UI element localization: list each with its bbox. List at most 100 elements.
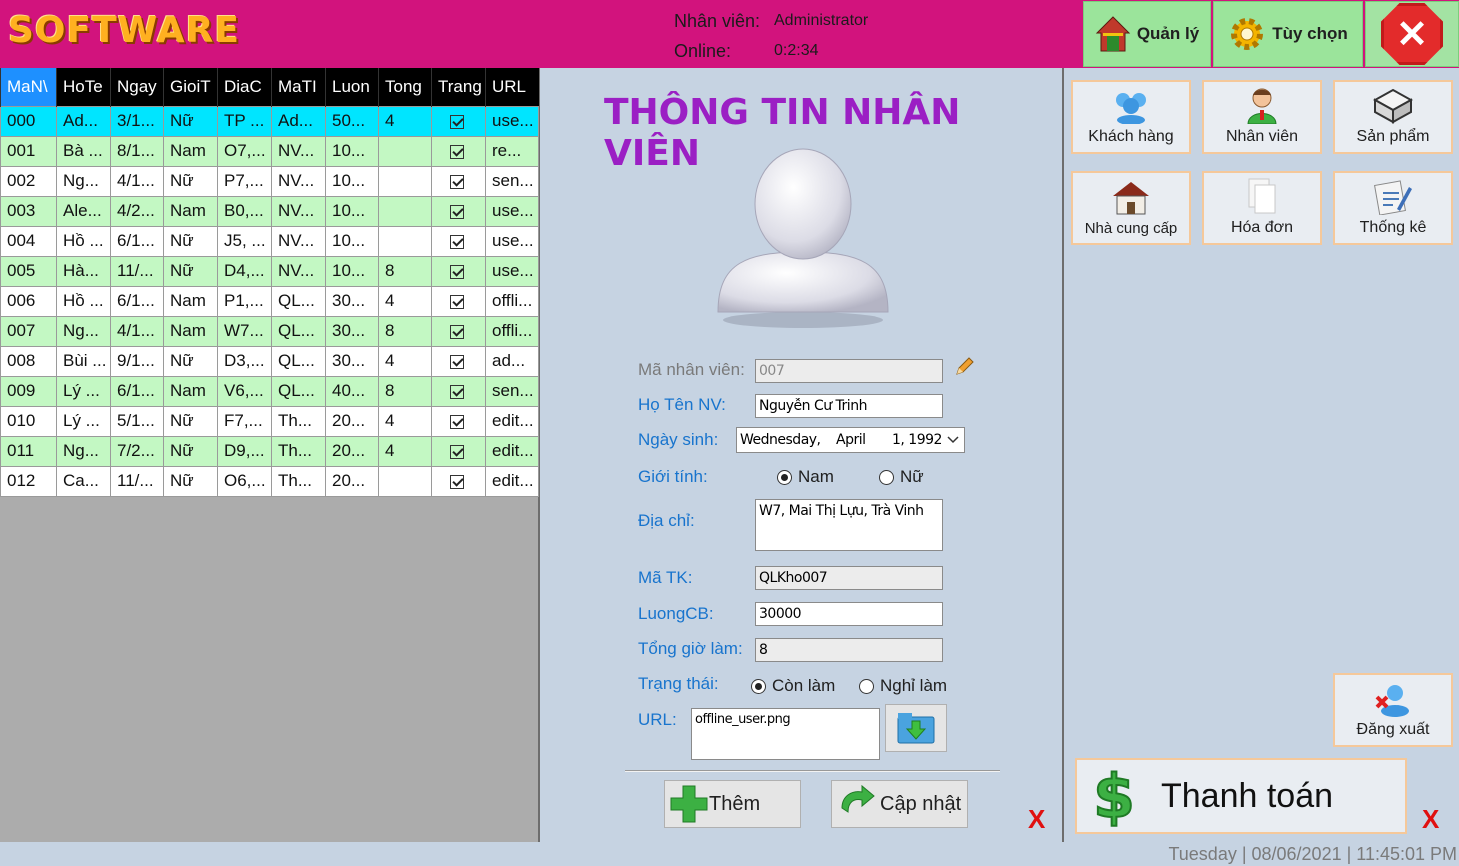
table-cell-url[interactable]: ad... — [485, 345, 539, 377]
column-header-manv[interactable]: MaN\ — [0, 68, 57, 106]
table-cell-hoten[interactable]: Ng... — [56, 165, 111, 197]
table-cell-trangthai[interactable] — [431, 195, 486, 227]
column-header-trangthai[interactable]: Trang — [431, 68, 486, 106]
table-cell-ngaysinh[interactable]: 7/2... — [110, 435, 164, 467]
table-cell-gioitinh[interactable]: Nữ — [163, 435, 218, 467]
menu-invoices[interactable]: Hóa đơn — [1202, 171, 1322, 245]
checkbox-checked-icon[interactable] — [450, 294, 464, 309]
table-cell-gioitinh[interactable]: Nữ — [163, 165, 218, 197]
table-cell-url[interactable]: edit... — [485, 435, 539, 467]
table-cell-manv[interactable]: 005 — [0, 255, 57, 287]
checkbox-checked-icon[interactable] — [450, 444, 464, 459]
table-cell-trangthai[interactable] — [431, 375, 486, 407]
table-cell-url[interactable]: re... — [485, 135, 539, 167]
table-cell-diachi[interactable]: P1,... — [217, 285, 272, 317]
birthdate-picker[interactable]: Wednesday, April 1, 1992 — [736, 427, 965, 453]
table-cell-manv[interactable]: 012 — [0, 465, 57, 497]
table-cell-hoten[interactable]: Hà... — [56, 255, 111, 287]
table-cell-url[interactable]: edit... — [485, 465, 539, 497]
table-cell-gioitinh[interactable]: Nam — [163, 135, 218, 167]
table-cell-manv[interactable]: 001 — [0, 135, 57, 167]
table-cell-diachi[interactable]: V6,... — [217, 375, 272, 407]
table-row[interactable]: 010 Lý ... 5/1... Nữ F7,... Th... 20... 4 edit..… — [0, 405, 539, 437]
table-cell-ngaysinh[interactable]: 6/1... — [110, 285, 164, 317]
checkbox-checked-icon[interactable] — [450, 354, 464, 369]
table-cell-diachi[interactable]: O6,... — [217, 465, 272, 497]
table-cell-diachi[interactable]: F7,... — [217, 405, 272, 437]
table-cell-tonggio[interactable]: 8 — [378, 375, 432, 407]
table-cell-luongcb[interactable]: 10... — [325, 255, 379, 287]
table-cell-diachi[interactable]: TP ... — [217, 105, 272, 137]
gender-female-radio[interactable]: Nữ — [879, 467, 924, 487]
table-cell-gioitinh[interactable]: Nữ — [163, 255, 218, 287]
url-field[interactable]: offline_user.png — [691, 708, 880, 760]
table-cell-manv[interactable]: 006 — [0, 285, 57, 317]
table-cell-matk[interactable]: NV... — [271, 135, 326, 167]
table-row[interactable]: 005 Hà... 11/... Nữ D4,... NV... 10... 8 use... — [0, 255, 539, 287]
table-row[interactable]: 009 Lý ... 6/1... Nam V6,... QL... 40... 8 sen..… — [0, 375, 539, 407]
table-cell-luongcb[interactable]: 30... — [325, 285, 379, 317]
table-row[interactable]: 012 Ca... 11/... Nữ O6,... Th... 20... edit... — [0, 465, 539, 497]
column-header-url[interactable]: URL — [485, 68, 539, 106]
checkbox-checked-icon[interactable] — [450, 144, 464, 159]
table-cell-tonggio[interactable] — [378, 465, 432, 497]
table-row[interactable]: 007 Ng... 4/1... Nam W7... QL... 30... 8 offli..… — [0, 315, 539, 347]
table-row[interactable]: 003 Ale... 4/2... Nam B0,... NV... 10... use... — [0, 195, 539, 227]
table-cell-hoten[interactable]: Ca... — [56, 465, 111, 497]
table-cell-url[interactable]: use... — [485, 105, 539, 137]
table-cell-diachi[interactable]: D4,... — [217, 255, 272, 287]
table-cell-url[interactable]: edit... — [485, 405, 539, 437]
table-cell-ngaysinh[interactable]: 4/1... — [110, 315, 164, 347]
table-cell-luongcb[interactable]: 10... — [325, 195, 379, 227]
table-cell-matk[interactable]: NV... — [271, 225, 326, 257]
table-row[interactable]: 002 Ng... 4/1... Nữ P7,... NV... 10... sen... — [0, 165, 539, 197]
table-cell-gioitinh[interactable]: Nữ — [163, 225, 218, 257]
table-cell-luongcb[interactable]: 40... — [325, 375, 379, 407]
menu-suppliers[interactable]: Nhà cung cấp — [1071, 171, 1191, 245]
table-cell-diachi[interactable]: J5, ... — [217, 225, 272, 257]
table-cell-manv[interactable]: 010 — [0, 405, 57, 437]
table-cell-diachi[interactable]: W7... — [217, 315, 272, 347]
table-cell-matk[interactable]: Th... — [271, 465, 326, 497]
table-cell-manv[interactable]: 008 — [0, 345, 57, 377]
table-cell-trangthai[interactable] — [431, 255, 486, 287]
menu-close-x[interactable]: X — [1422, 804, 1439, 835]
menu-statistics[interactable]: Thống kê — [1333, 171, 1453, 245]
table-cell-matk[interactable]: QL... — [271, 315, 326, 347]
menu-customers[interactable]: Khách hàng — [1071, 80, 1191, 154]
table-cell-matk[interactable]: QL... — [271, 375, 326, 407]
table-cell-ngaysinh[interactable]: 11/... — [110, 255, 164, 287]
table-cell-ngaysinh[interactable]: 4/1... — [110, 165, 164, 197]
table-cell-matk[interactable]: QL... — [271, 345, 326, 377]
table-cell-tonggio[interactable]: 4 — [378, 405, 432, 437]
table-cell-gioitinh[interactable]: Nam — [163, 195, 218, 227]
column-header-ngaysinh[interactable]: Ngay — [110, 68, 164, 106]
table-cell-hoten[interactable]: Bùi ... — [56, 345, 111, 377]
table-cell-trangthai[interactable] — [431, 105, 486, 137]
table-cell-hoten[interactable]: Bà ... — [56, 135, 111, 167]
table-cell-gioitinh[interactable]: Nữ — [163, 465, 218, 497]
table-cell-manv[interactable]: 004 — [0, 225, 57, 257]
manage-button[interactable]: Quản lý — [1083, 1, 1211, 67]
menu-products[interactable]: Sản phẩm — [1333, 80, 1453, 154]
table-cell-url[interactable]: use... — [485, 195, 539, 227]
table-cell-trangthai[interactable] — [431, 405, 486, 437]
table-cell-hoten[interactable]: Hồ ... — [56, 285, 111, 317]
table-cell-trangthai[interactable] — [431, 435, 486, 467]
logout-button[interactable]: Đăng xuất — [1333, 673, 1453, 747]
table-cell-ngaysinh[interactable]: 8/1... — [110, 135, 164, 167]
table-cell-hoten[interactable]: Lý ... — [56, 405, 111, 437]
table-cell-manv[interactable]: 000 — [0, 105, 57, 137]
table-cell-url[interactable]: offli... — [485, 315, 539, 347]
table-cell-ngaysinh[interactable]: 5/1... — [110, 405, 164, 437]
status-quit-radio[interactable]: Nghỉ làm — [859, 676, 947, 696]
table-cell-luongcb[interactable]: 50... — [325, 105, 379, 137]
table-cell-luongcb[interactable]: 30... — [325, 315, 379, 347]
table-cell-ngaysinh[interactable]: 9/1... — [110, 345, 164, 377]
table-cell-hoten[interactable]: Ale... — [56, 195, 111, 227]
table-cell-matk[interactable]: Th... — [271, 435, 326, 467]
table-cell-diachi[interactable]: D9,... — [217, 435, 272, 467]
table-cell-url[interactable]: offli... — [485, 285, 539, 317]
table-row[interactable]: 004 Hồ ... 6/1... Nữ J5, ... NV... 10... use... — [0, 225, 539, 257]
table-cell-matk[interactable]: QL... — [271, 285, 326, 317]
